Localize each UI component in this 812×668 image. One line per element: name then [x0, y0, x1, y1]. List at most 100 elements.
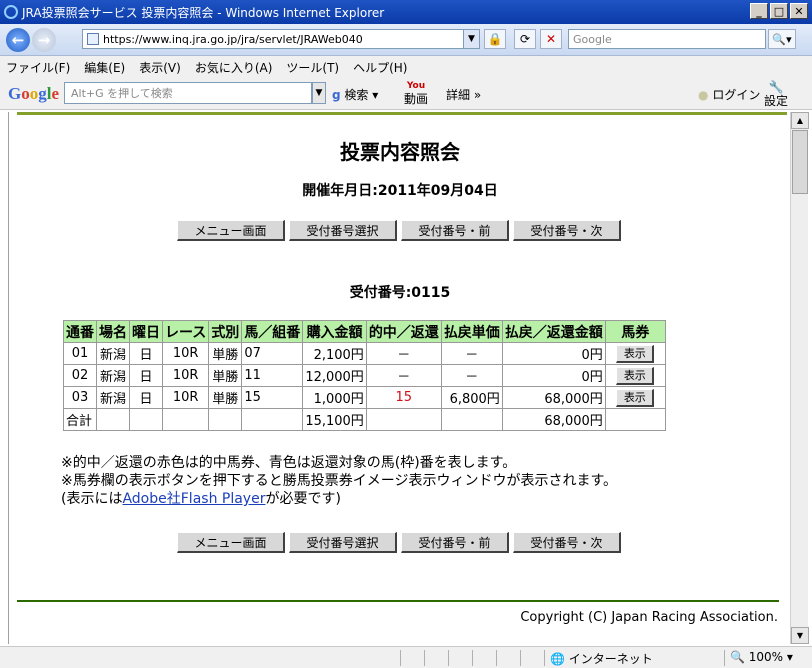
- col-header: 馬券: [604, 320, 666, 343]
- cell-no: 02: [63, 364, 97, 387]
- cell-combo: 07: [241, 342, 304, 365]
- page-icon: [87, 33, 99, 45]
- maximize-button[interactable]: □: [770, 3, 788, 19]
- cell-payout: 68,000円: [501, 386, 606, 409]
- note-flash: (表示にはAdobe社Flash Playerが必要です): [61, 491, 341, 507]
- status-divider: [424, 650, 425, 666]
- table-row: 01 新潟 日 10R 単勝 07 2,100円 － － 0円 表示: [63, 342, 666, 365]
- google-search-input[interactable]: Alt+G を押して検索: [64, 82, 312, 104]
- scroll-thumb[interactable]: [792, 130, 808, 194]
- address-url: https://www.inq.jra.go.jp/jra/servlet/JR…: [103, 32, 363, 46]
- cell-ticket: 表示: [604, 364, 666, 387]
- scroll-up-icon[interactable]: ▲: [791, 112, 809, 129]
- cell-combo: 15: [241, 386, 304, 409]
- stop-icon[interactable]: ✕: [540, 29, 562, 49]
- google-search-button[interactable]: g 検索 ▾: [332, 86, 378, 103]
- globe-icon: 🌐: [550, 652, 565, 666]
- empty-cell: [129, 408, 163, 431]
- google-logo: Google: [8, 83, 60, 103]
- col-header: レース: [161, 320, 210, 343]
- vertical-scrollbar[interactable]: ▲ ▼: [790, 112, 809, 644]
- receipt-number: 受付番号:0115: [349, 285, 451, 301]
- menu-screen-button[interactable]: メニュー画面: [177, 532, 285, 553]
- lock-icon[interactable]: 🔒: [484, 29, 506, 49]
- cell-ticket: 表示: [604, 342, 666, 365]
- menu-help[interactable]: ヘルプ(H): [353, 59, 407, 76]
- show-ticket-button[interactable]: 表示: [616, 366, 655, 385]
- window-titlebar: JRA投票照会サービス 投票内容照会 - Windows Internet Ex…: [0, 0, 812, 24]
- search-input[interactable]: Google: [568, 29, 766, 49]
- show-ticket-button[interactable]: 表示: [616, 388, 655, 407]
- cell-day: 日: [129, 364, 163, 387]
- internet-zone: 🌐 インターネット: [550, 652, 653, 666]
- status-divider: [400, 650, 401, 666]
- details-button[interactable]: 詳細 »: [446, 86, 481, 103]
- show-ticket-button[interactable]: 表示: [616, 344, 655, 363]
- cell-ticket: 表示: [604, 386, 666, 409]
- scroll-down-icon[interactable]: ▼: [791, 627, 809, 644]
- empty-cell: [440, 408, 503, 431]
- back-button[interactable]: ←: [6, 27, 30, 52]
- menu-view[interactable]: 表示(V): [139, 59, 181, 76]
- zoom-icon: 🔍: [730, 650, 745, 664]
- cell-no: 03: [63, 386, 97, 409]
- cell-hit: －: [365, 342, 442, 365]
- cell-venue: 新潟: [96, 364, 130, 387]
- empty-cell: [161, 408, 210, 431]
- menu-screen-button[interactable]: メニュー画面: [177, 220, 285, 241]
- minimize-button[interactable]: _: [750, 3, 768, 19]
- refresh-icon[interactable]: ⟳: [514, 29, 536, 49]
- login-button[interactable]: ● ログイン: [698, 86, 760, 103]
- google-g-icon: g: [332, 88, 341, 102]
- next-receipt-button[interactable]: 受付番号・次: [513, 220, 621, 241]
- window-title: JRA投票照会サービス 投票内容照会 - Windows Internet Ex…: [22, 5, 385, 20]
- address-bar[interactable]: https://www.inq.jra.go.jp/jra/servlet/JR…: [82, 29, 480, 49]
- cell-unit: －: [440, 342, 503, 365]
- cell-type: 単勝: [208, 364, 243, 387]
- status-divider: [724, 650, 725, 666]
- forward-button[interactable]: →: [32, 27, 56, 52]
- status-divider: [520, 650, 521, 666]
- prev-receipt-button[interactable]: 受付番号・前: [401, 220, 509, 241]
- select-receipt-button[interactable]: 受付番号選択: [289, 220, 397, 241]
- next-receipt-button[interactable]: 受付番号・次: [513, 532, 621, 553]
- video-button[interactable]: You 動画: [404, 80, 428, 106]
- menu-tools[interactable]: ツール(T): [286, 59, 339, 76]
- cell-no: 01: [63, 342, 97, 365]
- menu-file[interactable]: ファイル(F): [6, 59, 70, 76]
- total-label: 合計: [63, 408, 97, 431]
- cell-amount: 2,100円: [302, 342, 367, 365]
- chevron-down-icon[interactable]: ▼: [463, 30, 479, 48]
- cell-race: 10R: [161, 342, 210, 365]
- col-header: 馬／組番: [241, 320, 304, 343]
- table-row: 03 新潟 日 10R 単勝 15 1,000円 15 6,800円 68,00…: [63, 386, 666, 409]
- cell-type: 単勝: [208, 342, 243, 365]
- col-header: 的中／返還: [365, 320, 442, 343]
- menu-edit[interactable]: 編集(E): [84, 59, 125, 76]
- select-receipt-button[interactable]: 受付番号選択: [289, 532, 397, 553]
- col-header: 購入金額: [302, 320, 367, 343]
- flash-player-link[interactable]: Adobe社Flash Player: [122, 491, 265, 507]
- page-content: 投票内容照会 開催年月日:2011年09月04日 メニュー画面 受付番号選択 受…: [8, 112, 790, 644]
- total-payout: 68,000円: [501, 408, 606, 431]
- chevron-down-icon[interactable]: ▼: [312, 82, 326, 104]
- col-header: 通番: [63, 320, 97, 343]
- menu-favorites[interactable]: お気に入り(A): [195, 59, 273, 76]
- settings-button[interactable]: 🔧 設定: [764, 80, 788, 108]
- close-button[interactable]: ✕: [790, 3, 808, 19]
- zoom-control[interactable]: 🔍 100% ▾: [730, 650, 793, 664]
- search-button[interactable]: 🔍▾: [768, 29, 796, 49]
- table-row: 02 新潟 日 10R 単勝 11 12,000円 － － 0円 表示: [63, 364, 666, 387]
- top-button-row: メニュー画面 受付番号選択 受付番号・前 受付番号・次: [177, 220, 621, 241]
- table-total-row: 合計 15,100円 68,000円: [63, 408, 666, 431]
- empty-cell: [604, 408, 666, 431]
- note-ticket-button: ※馬券欄の表示ボタンを押下すると勝馬投票券イメージ表示ウィンドウが表示されます。: [61, 473, 618, 489]
- prev-receipt-button[interactable]: 受付番号・前: [401, 532, 509, 553]
- status-bar: 🌐 インターネット 🔍 100% ▾: [0, 646, 812, 668]
- table-header-row: 通番 場名 曜日 レース 式別 馬／組番 購入金額 的中／返還 払戻単価 払戻／…: [63, 320, 666, 343]
- google-toolbar: Google Alt+G を押して検索 ▼ g 検索 ▾ You 動画 詳細 »…: [0, 78, 812, 110]
- empty-cell: [96, 408, 130, 431]
- status-divider: [544, 650, 545, 666]
- wrench-icon: 🔧: [768, 80, 784, 94]
- total-amount: 15,100円: [302, 408, 367, 431]
